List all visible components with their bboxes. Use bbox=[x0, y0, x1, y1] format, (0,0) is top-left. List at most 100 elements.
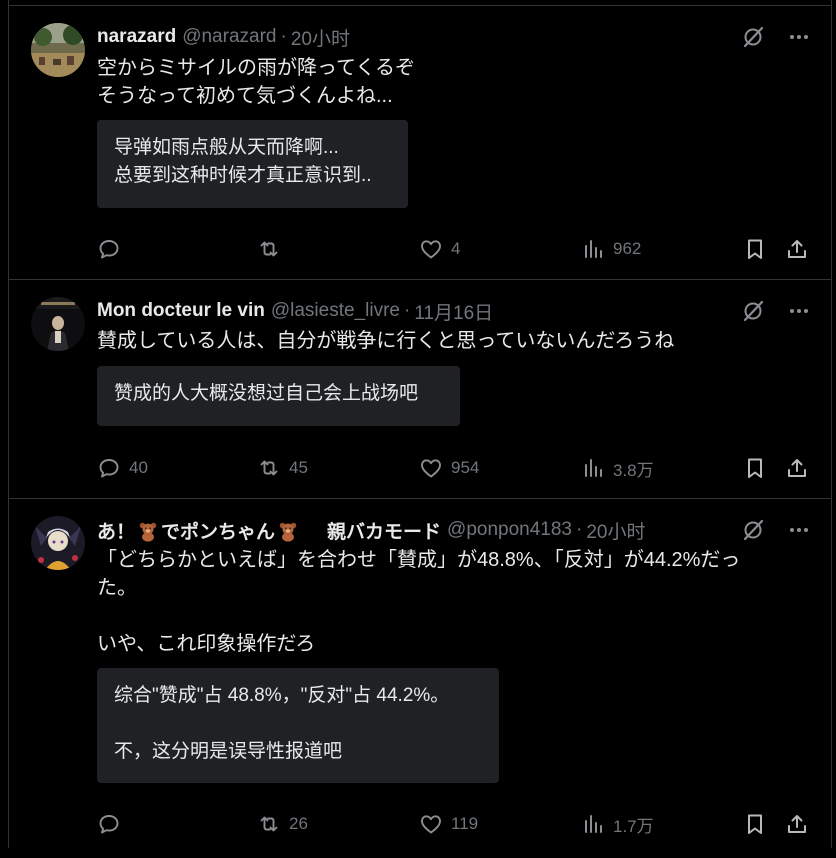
tweet-1[interactable]: narazard @narazard · 20小时 空からミサイルの雨が降ってく… bbox=[9, 6, 831, 280]
like-count: 4 bbox=[451, 239, 461, 258]
reply-button[interactable] bbox=[97, 811, 129, 837]
translation-line: 综合"赞成"占 48.8%，"反对"占 44.2%。 bbox=[114, 685, 450, 706]
share-icon bbox=[785, 812, 809, 836]
bookmark-icon bbox=[743, 237, 767, 261]
translation-line: 不，这分明是误导性报道吧 bbox=[114, 741, 343, 762]
tweet-3[interactable]: あ！ でポンちゃん 親バカモード @ponpon4183 · 20小时 「どちらかと… bbox=[9, 498, 831, 858]
grok-icon[interactable] bbox=[741, 299, 765, 323]
tweet-text: 賛成している人は、自分が戦争に行くと思っていないんだろうね bbox=[97, 327, 791, 355]
display-name[interactable]: Mon docteur le vin bbox=[97, 300, 265, 322]
views-icon bbox=[581, 237, 605, 261]
tweet-2[interactable]: Mon docteur le vin @lasieste_livre · 11月… bbox=[9, 279, 831, 499]
separator-dot: · bbox=[403, 300, 411, 321]
retweet-icon bbox=[257, 456, 281, 480]
separator-dot: · bbox=[576, 519, 583, 540]
user-handle[interactable]: @lasieste_livre bbox=[271, 300, 400, 322]
tweet-text-line bbox=[97, 602, 781, 630]
like-icon bbox=[419, 456, 443, 480]
bookmark-button[interactable] bbox=[743, 811, 767, 837]
share-icon bbox=[785, 456, 809, 480]
retweet-button[interactable]: 45 bbox=[257, 455, 308, 481]
user-handle[interactable]: @narazard bbox=[182, 26, 276, 48]
like-button[interactable]: 4 bbox=[419, 236, 460, 262]
translation-box: 综合"赞成"占 48.8%，"反对"占 44.2%。 不，这分明是误导性报道吧 bbox=[97, 668, 499, 783]
display-name[interactable]: narazard bbox=[97, 26, 176, 48]
share-button[interactable] bbox=[785, 236, 809, 262]
avatar[interactable] bbox=[31, 516, 85, 570]
more-icon[interactable] bbox=[787, 299, 811, 323]
header-icons bbox=[741, 518, 811, 542]
action-bar: 26 119 1.7万 bbox=[97, 811, 815, 837]
reply-icon bbox=[97, 812, 121, 836]
reply-button[interactable] bbox=[97, 236, 129, 262]
retweet-button[interactable] bbox=[257, 236, 289, 262]
more-icon[interactable] bbox=[787, 518, 811, 542]
views-count: 1.7万 bbox=[613, 816, 654, 836]
tweet-text-line: た。 bbox=[97, 577, 137, 599]
display-name-part: でポンちゃん bbox=[161, 521, 276, 543]
teddy-bear-emoji bbox=[137, 520, 159, 542]
timestamp[interactable]: 11月16日 bbox=[414, 298, 493, 325]
like-button[interactable]: 119 bbox=[419, 811, 478, 837]
translation-line: 总要到这种时候才真正意识到.. bbox=[114, 165, 372, 186]
timestamp[interactable]: 20小时 bbox=[586, 517, 645, 544]
reply-icon bbox=[97, 456, 121, 480]
views-button[interactable]: 1.7万 bbox=[581, 811, 654, 837]
retweet-icon bbox=[257, 237, 281, 261]
translation-line bbox=[114, 710, 482, 738]
display-name-part: 親バカモード bbox=[327, 521, 442, 543]
views-button[interactable]: 3.8万 bbox=[581, 455, 654, 481]
tweet-text-line: そうなって初めて気づくんよね... bbox=[97, 85, 393, 107]
reply-icon bbox=[97, 237, 121, 261]
like-count: 119 bbox=[451, 814, 479, 833]
like-count: 954 bbox=[451, 458, 480, 477]
translation-box: 赞成的人大概没想过自己会上战场吧 bbox=[97, 366, 460, 426]
translation-line: 赞成的人大概没想过自己会上战场吧 bbox=[114, 383, 419, 404]
display-name-part: あ！ bbox=[97, 521, 136, 543]
retweet-count: 45 bbox=[289, 458, 308, 477]
user-handle[interactable]: @ponpon4183 bbox=[447, 519, 572, 541]
like-button[interactable]: 954 bbox=[419, 455, 479, 481]
avatar[interactable] bbox=[31, 297, 85, 351]
grok-icon[interactable] bbox=[741, 518, 765, 542]
views-count: 3.8万 bbox=[613, 460, 654, 480]
avatar[interactable] bbox=[31, 23, 85, 77]
tweet-text: 「どちらかといえば」を合わせ「賛成」が48.8%、「反対」が44.2%だっ た。… bbox=[97, 546, 781, 658]
avatar-image bbox=[31, 23, 85, 77]
more-icon[interactable] bbox=[787, 25, 811, 49]
views-button[interactable]: 962 bbox=[581, 236, 641, 262]
teddy-bear-emoji bbox=[277, 520, 299, 542]
display-name[interactable]: あ！ でポンちゃん 親バカモード bbox=[97, 517, 441, 544]
bookmark-icon bbox=[743, 812, 767, 836]
like-icon bbox=[419, 237, 443, 261]
tweet-text: 空からミサイルの雨が降ってくるぞ そうなって初めて気づくんよね... bbox=[97, 54, 791, 110]
share-button[interactable] bbox=[785, 811, 809, 837]
share-icon bbox=[785, 237, 809, 261]
avatar-image bbox=[31, 516, 85, 570]
translation-line: 导弹如雨点般从天而降啊... bbox=[114, 137, 339, 158]
tweet-header: Mon docteur le vin @lasieste_livre · 11月… bbox=[97, 298, 493, 325]
retweet-button[interactable]: 26 bbox=[257, 811, 308, 837]
tweet-text-line: 賛成している人は、自分が戦争に行くと思っていないんだろうね bbox=[97, 330, 675, 352]
retweet-icon bbox=[257, 812, 281, 836]
grok-icon[interactable] bbox=[741, 25, 765, 49]
views-count: 962 bbox=[613, 239, 642, 258]
timeline-feed: narazard @narazard · 20小时 空からミサイルの雨が降ってく… bbox=[8, 0, 832, 848]
reply-button[interactable]: 40 bbox=[97, 455, 148, 481]
like-icon bbox=[419, 812, 443, 836]
bookmark-button[interactable] bbox=[743, 455, 767, 481]
bookmark-icon bbox=[743, 456, 767, 480]
header-icons bbox=[741, 25, 811, 49]
avatar-image bbox=[31, 297, 85, 351]
tweet-header: あ！ でポンちゃん 親バカモード @ponpon4183 · 20小时 bbox=[97, 517, 645, 544]
retweet-count: 26 bbox=[289, 814, 308, 833]
tweet-text-line: 「どちらかといえば」を合わせ「賛成」が48.8%、「反対」が44.2%だっ bbox=[97, 549, 741, 571]
share-button[interactable] bbox=[785, 455, 809, 481]
views-icon bbox=[581, 812, 605, 836]
timestamp[interactable]: 20小时 bbox=[291, 24, 350, 51]
reply-count: 40 bbox=[129, 458, 148, 477]
bookmark-button[interactable] bbox=[743, 236, 767, 262]
tweet-header: narazard @narazard · 20小时 bbox=[97, 24, 350, 51]
action-bar: 40 45 954 3.8万 bbox=[97, 455, 815, 481]
header-icons bbox=[741, 299, 811, 323]
